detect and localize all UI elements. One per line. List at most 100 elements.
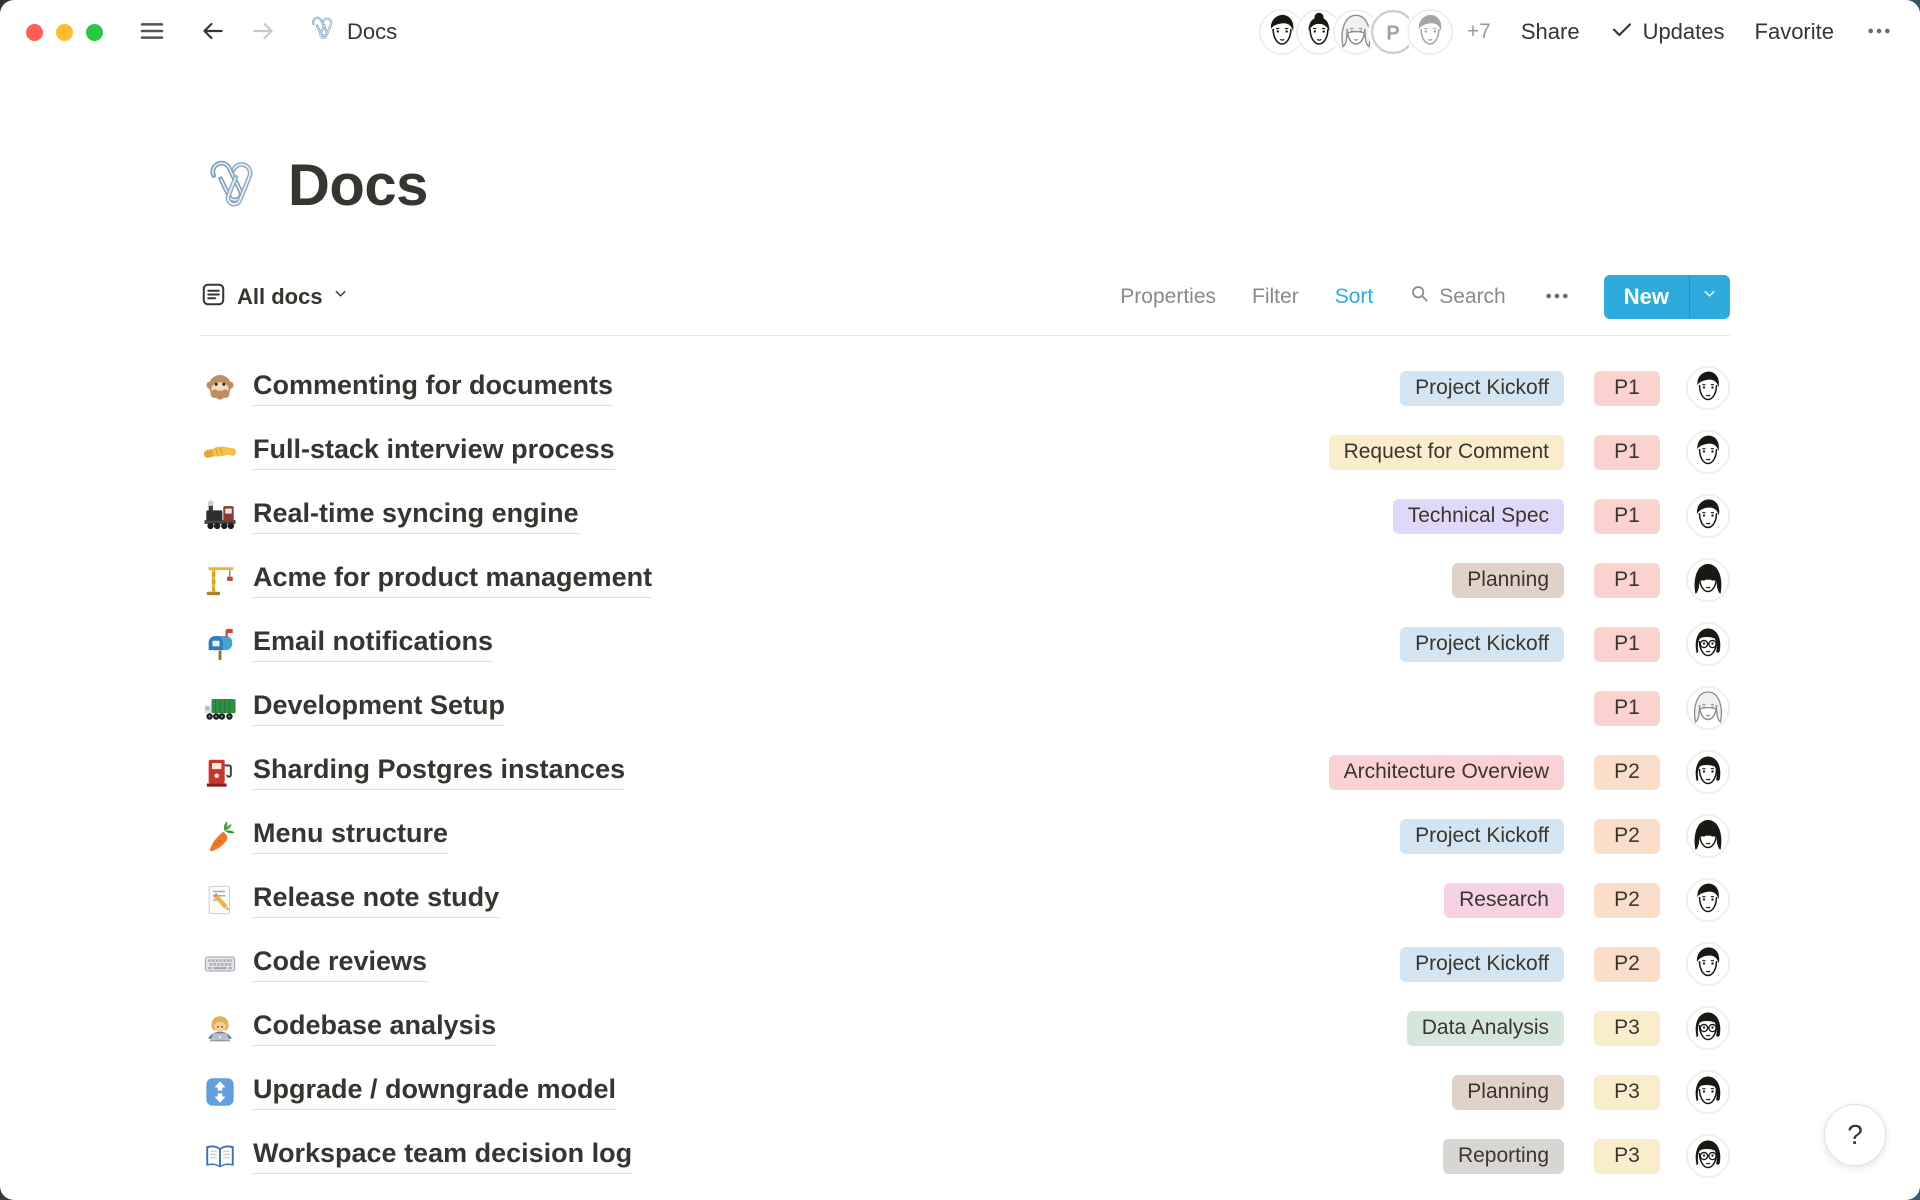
- view-toolbar: All docs Properties Filter Sort Search: [200, 275, 1730, 336]
- doc-type-tag[interactable]: Planning: [1452, 1075, 1564, 1110]
- doc-type-tag[interactable]: Reporting: [1443, 1139, 1564, 1174]
- more-options-button[interactable]: [1864, 16, 1894, 49]
- priority-badge[interactable]: P1: [1594, 691, 1660, 726]
- priority-badge[interactable]: P1: [1594, 627, 1660, 662]
- priority-badge[interactable]: P2: [1594, 883, 1660, 918]
- doc-emoji-icon: [200, 818, 240, 854]
- table-row[interactable]: Workspace team decision log Reporting P3: [200, 1124, 1730, 1188]
- priority-badge[interactable]: P3: [1594, 1139, 1660, 1174]
- table-row[interactable]: Upgrade / downgrade model Planning P3: [200, 1060, 1730, 1124]
- doc-type-tag[interactable]: Request for Comment: [1329, 435, 1564, 470]
- assignee-avatar[interactable]: [1686, 686, 1730, 730]
- table-row[interactable]: Sharding Postgres instances Architecture…: [200, 740, 1730, 804]
- doc-title-link[interactable]: Email notifications: [253, 626, 493, 662]
- updates-button[interactable]: Updates: [1610, 17, 1725, 47]
- doc-type-tag[interactable]: Project Kickoff: [1400, 819, 1564, 854]
- table-row[interactable]: Codebase analysis Data Analysis P3: [200, 996, 1730, 1060]
- table-row[interactable]: Commenting for documents Project Kickoff…: [200, 356, 1730, 420]
- doc-title-link[interactable]: Workspace team decision log: [253, 1138, 632, 1174]
- help-button[interactable]: ?: [1824, 1104, 1886, 1166]
- assignee-avatar[interactable]: [1686, 366, 1730, 410]
- table-row[interactable]: Full-stack interview process Request for…: [200, 420, 1730, 484]
- page-header: Docs: [200, 152, 1730, 219]
- table-row[interactable]: Release note study Research P2: [200, 868, 1730, 932]
- assignee-avatar[interactable]: [1686, 942, 1730, 986]
- sidebar-toggle-button[interactable]: [137, 16, 167, 49]
- check-icon: [1610, 17, 1634, 47]
- table-row[interactable]: Email notifications Project Kickoff P1: [200, 612, 1730, 676]
- doc-title-link[interactable]: Acme for product management: [253, 562, 652, 598]
- doc-title-link[interactable]: Codebase analysis: [253, 1010, 496, 1046]
- doc-type-tag[interactable]: Technical Spec: [1393, 499, 1564, 534]
- doc-title-link[interactable]: Menu structure: [253, 818, 448, 854]
- assignee-avatar[interactable]: [1686, 878, 1730, 922]
- assignee-avatar[interactable]: [1686, 430, 1730, 474]
- priority-badge[interactable]: P1: [1594, 563, 1660, 598]
- doc-title-link[interactable]: Full-stack interview process: [253, 434, 615, 470]
- properties-button[interactable]: Properties: [1120, 285, 1216, 309]
- assignee-avatar[interactable]: [1686, 1134, 1730, 1178]
- search-icon: [1409, 283, 1431, 311]
- doc-emoji-icon: [200, 370, 240, 406]
- titlebar: Docs P +7 Share Updates Favorite: [0, 0, 1920, 64]
- window-controls: [26, 24, 103, 41]
- priority-badge[interactable]: P1: [1594, 435, 1660, 470]
- member-avatar[interactable]: [1407, 9, 1453, 55]
- doc-title-link[interactable]: Release note study: [253, 882, 499, 918]
- priority-badge[interactable]: P1: [1594, 371, 1660, 406]
- search-button[interactable]: Search: [1409, 283, 1506, 311]
- doc-type-tag[interactable]: Data Analysis: [1407, 1011, 1564, 1046]
- doc-type-tag[interactable]: Project Kickoff: [1400, 627, 1564, 662]
- doc-title-link[interactable]: Upgrade / downgrade model: [253, 1074, 616, 1110]
- assignee-avatar[interactable]: [1686, 494, 1730, 538]
- priority-badge[interactable]: P2: [1594, 755, 1660, 790]
- forward-button[interactable]: [249, 17, 277, 48]
- table-row[interactable]: Development Setup P1: [200, 676, 1730, 740]
- doc-type-tag[interactable]: Project Kickoff: [1400, 371, 1564, 406]
- table-row[interactable]: Acme for product management Planning P1: [200, 548, 1730, 612]
- doc-type-tag[interactable]: Project Kickoff: [1400, 947, 1564, 982]
- doc-title-link[interactable]: Sharding Postgres instances: [253, 754, 625, 790]
- avatar-overflow-count: +7: [1467, 20, 1491, 44]
- doc-emoji-icon: [200, 1074, 240, 1110]
- view-selector[interactable]: All docs: [200, 281, 350, 313]
- forward-arrow-icon: [249, 17, 277, 48]
- doc-title-link[interactable]: Development Setup: [253, 690, 505, 726]
- doc-title-link[interactable]: Real-time syncing engine: [253, 498, 579, 534]
- priority-badge[interactable]: P2: [1594, 947, 1660, 982]
- table-row[interactable]: Real-time syncing engine Technical Spec …: [200, 484, 1730, 548]
- favorite-button[interactable]: Favorite: [1755, 19, 1834, 45]
- close-window-button[interactable]: [26, 24, 43, 41]
- docs-table: Commenting for documents Project Kickoff…: [200, 356, 1730, 1188]
- table-row[interactable]: Code reviews Project Kickoff P2: [200, 932, 1730, 996]
- assignee-avatar[interactable]: [1686, 558, 1730, 602]
- zoom-window-button[interactable]: [86, 24, 103, 41]
- filter-button[interactable]: Filter: [1252, 285, 1299, 309]
- page-paperclips-icon[interactable]: [200, 155, 262, 217]
- chevron-down-icon: [333, 286, 350, 308]
- priority-badge[interactable]: P3: [1594, 1011, 1660, 1046]
- share-button[interactable]: Share: [1521, 19, 1580, 45]
- assignee-avatar[interactable]: [1686, 814, 1730, 858]
- table-row[interactable]: Menu structure Project Kickoff P2: [200, 804, 1730, 868]
- sort-button[interactable]: Sort: [1335, 285, 1374, 309]
- doc-type-tag[interactable]: Research: [1444, 883, 1564, 918]
- assignee-avatar[interactable]: [1686, 1006, 1730, 1050]
- minimize-window-button[interactable]: [56, 24, 73, 41]
- assignee-avatar[interactable]: [1686, 750, 1730, 794]
- doc-type-tag[interactable]: Architecture Overview: [1329, 755, 1564, 790]
- breadcrumb[interactable]: Docs: [307, 14, 397, 50]
- back-button[interactable]: [199, 17, 227, 48]
- member-avatar-stack[interactable]: P: [1259, 9, 1453, 55]
- view-more-options-button[interactable]: [1542, 281, 1572, 314]
- new-doc-button[interactable]: New: [1604, 275, 1689, 319]
- new-doc-dropdown-button[interactable]: [1689, 275, 1730, 319]
- doc-title-link[interactable]: Code reviews: [253, 946, 427, 982]
- priority-badge[interactable]: P1: [1594, 499, 1660, 534]
- priority-badge[interactable]: P2: [1594, 819, 1660, 854]
- priority-badge[interactable]: P3: [1594, 1075, 1660, 1110]
- doc-type-tag[interactable]: Planning: [1452, 563, 1564, 598]
- assignee-avatar[interactable]: [1686, 622, 1730, 666]
- doc-title-link[interactable]: Commenting for documents: [253, 370, 613, 406]
- assignee-avatar[interactable]: [1686, 1070, 1730, 1114]
